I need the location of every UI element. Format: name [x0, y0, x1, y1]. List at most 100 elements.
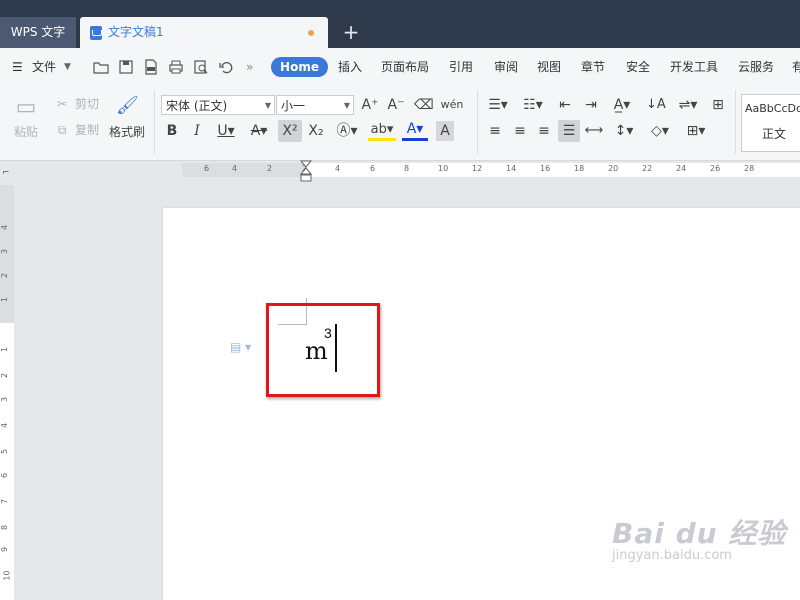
watermark-brand: Bai du 经验 [612, 517, 787, 550]
font-color-icon[interactable]: A▾ [402, 121, 428, 141]
copy-icon[interactable]: ⧉ [54, 120, 70, 140]
hamburger-icon[interactable]: ☰ [12, 48, 23, 86]
tab-chapter[interactable]: 章节 [581, 48, 605, 86]
style-normal[interactable]: AaBbCcDd 正文 [741, 94, 800, 152]
ruler-tick-label: 4 [335, 164, 341, 173]
tab-insert[interactable]: 插入 [338, 48, 362, 86]
paintbrush-icon[interactable]: 🖌 [116, 94, 139, 118]
ruler-tick-label: 9 [0, 546, 10, 553]
ruler-tick-label: 2 [267, 164, 273, 173]
horizontal-ruler[interactable]: 6 4 2 2 4 6 8 10 12 14 16 18 20 22 24 26 28 [182, 163, 800, 177]
strikethrough-icon[interactable]: A▾ [245, 121, 273, 141]
bold-icon[interactable]: B [164, 121, 180, 141]
ruler-tick-label: 3 [0, 396, 10, 403]
format-painter-button[interactable]: 格式刷 [106, 122, 148, 142]
ruler-margin-left [182, 163, 306, 177]
ruler-tick-label: 24 [676, 164, 687, 173]
copy-button[interactable]: 复制 [72, 120, 102, 140]
ruler-tick-label: 18 [574, 164, 585, 173]
distributed-align-icon[interactable]: ⟷ [584, 121, 604, 141]
numbered-list-icon[interactable]: ☷▾ [520, 95, 546, 115]
vertical-ruler[interactable]: 4 3 2 1 1 2 3 4 5 6 7 8 9 10 [0, 185, 14, 600]
tab-view[interactable]: 视图 [537, 48, 561, 86]
paragraph-handle-icon[interactable]: ▤ ▾ [230, 340, 251, 354]
tab-page-layout[interactable]: 页面布局 [381, 48, 429, 86]
ruler-tick-label: 5 [0, 448, 10, 455]
undo-icon[interactable] [218, 59, 234, 75]
ribbon: ▭ 粘贴 ✂ 剪切 ⧉ 复制 🖌 格式刷 宋体 (正文) ▼ 小一 ▼ A⁺ A… [0, 86, 800, 161]
tab-home[interactable]: Home [271, 57, 328, 77]
align-right-icon[interactable]: ≡ [535, 121, 553, 141]
table-icon[interactable]: ⊞ [708, 95, 728, 115]
tab-wps-writer[interactable]: WPS 文字 [0, 17, 76, 48]
clear-format-icon[interactable]: ⌫ [414, 95, 434, 115]
ruler-tick-label: 6 [0, 472, 10, 479]
ruler-tick-label: 6 [204, 164, 210, 173]
style-preview: AaBbCcDd [745, 102, 800, 115]
phonetic-guide-icon[interactable]: wén [440, 95, 464, 115]
chevron-down-icon: ▼ [343, 101, 350, 110]
ruler-tick-label: 28 [744, 164, 755, 173]
character-shading-icon[interactable]: A [436, 121, 454, 141]
indent-marker[interactable] [299, 160, 313, 182]
line-break-icon[interactable]: ⇌▾ [674, 95, 702, 115]
print-preview-icon[interactable] [193, 59, 209, 75]
clipboard-icon[interactable]: ▭ [12, 94, 40, 122]
font-name-value: 宋体 (正文) [166, 99, 228, 113]
superscript-icon[interactable]: X² [278, 120, 302, 142]
font-size-select[interactable]: 小一 ▼ [276, 95, 354, 115]
tab-security[interactable]: 安全 [626, 48, 650, 86]
highlight-color-icon[interactable]: ab▾ [368, 121, 396, 141]
underline-icon[interactable]: U▾ [213, 121, 239, 141]
align-left-icon[interactable]: ≡ [486, 121, 504, 141]
bullet-list-icon[interactable]: ☰▾ [485, 95, 511, 115]
shrink-font-icon[interactable]: A⁻ [386, 95, 406, 115]
export-pdf-icon[interactable] [143, 59, 159, 75]
writer-doc-icon [90, 26, 102, 40]
ruler-tick-label: 8 [0, 524, 10, 531]
cut-button[interactable]: 剪切 [72, 94, 102, 114]
line-spacing-icon[interactable]: ↕▾ [610, 121, 638, 141]
file-menu[interactable]: 文件 [32, 48, 56, 86]
decrease-indent-icon[interactable]: ⇤ [556, 95, 574, 115]
tab-cloud-services[interactable]: 云服务 [738, 48, 774, 86]
shading-icon[interactable]: ◇▾ [646, 121, 674, 141]
increase-indent-icon[interactable]: ⇥ [582, 95, 600, 115]
ruler-tick-label: 14 [506, 164, 517, 173]
text-direction-icon[interactable]: A̲▾ [608, 95, 636, 115]
sort-icon[interactable]: ↓A [646, 95, 666, 115]
tab-overflow[interactable]: 有 [792, 48, 800, 86]
ruler-tick-label: 10 [2, 570, 12, 581]
tab-stop-selector-icon[interactable]: ⌐ [2, 168, 10, 178]
tab-document-label: 文字文稿1 [108, 25, 164, 39]
tab-developer-tools[interactable]: 开发工具 [670, 48, 718, 86]
grow-font-icon[interactable]: A⁺ [360, 95, 380, 115]
chevron-down-icon[interactable]: ▼ [64, 48, 71, 86]
subscript-icon[interactable]: X₂ [306, 121, 326, 141]
ruler-tick-label: 12 [472, 164, 483, 173]
tab-review[interactable]: 审阅 [494, 48, 518, 86]
print-icon[interactable] [168, 59, 184, 75]
ruler-tick-label: 20 [608, 164, 619, 173]
borders-icon[interactable]: ⊞▾ [682, 121, 710, 141]
font-name-select[interactable]: 宋体 (正文) ▼ [161, 95, 275, 115]
divider [735, 90, 736, 154]
ruler-tick-label: 4 [232, 164, 238, 173]
ruler-tick-label: 26 [710, 164, 721, 173]
tab-references[interactable]: 引用 [449, 48, 473, 86]
ruler-tick-label: 2 [0, 272, 10, 279]
scissors-icon[interactable]: ✂ [54, 94, 70, 114]
ruler-tick-label: 3 [0, 248, 10, 255]
save-icon[interactable] [118, 59, 134, 75]
more-quick-access-icon[interactable]: » [246, 48, 253, 86]
open-folder-icon[interactable] [93, 59, 109, 75]
italic-icon[interactable]: I [189, 121, 205, 141]
justify-icon[interactable]: ☰ [558, 120, 580, 142]
menu-bar: ☰ 文件 ▼ » Home 插入 页面布局 引用 审阅 视图 章节 安全 开发工… [0, 48, 800, 86]
ruler-tick-label: 1 [0, 346, 10, 353]
new-tab-button[interactable]: + [340, 17, 362, 48]
align-center-icon[interactable]: ≡ [511, 121, 529, 141]
text-effects-icon[interactable]: Ⓐ▾ [333, 121, 361, 141]
paste-button[interactable]: 粘贴 [8, 122, 44, 142]
tab-document[interactable]: 文字文稿1 [80, 17, 328, 48]
